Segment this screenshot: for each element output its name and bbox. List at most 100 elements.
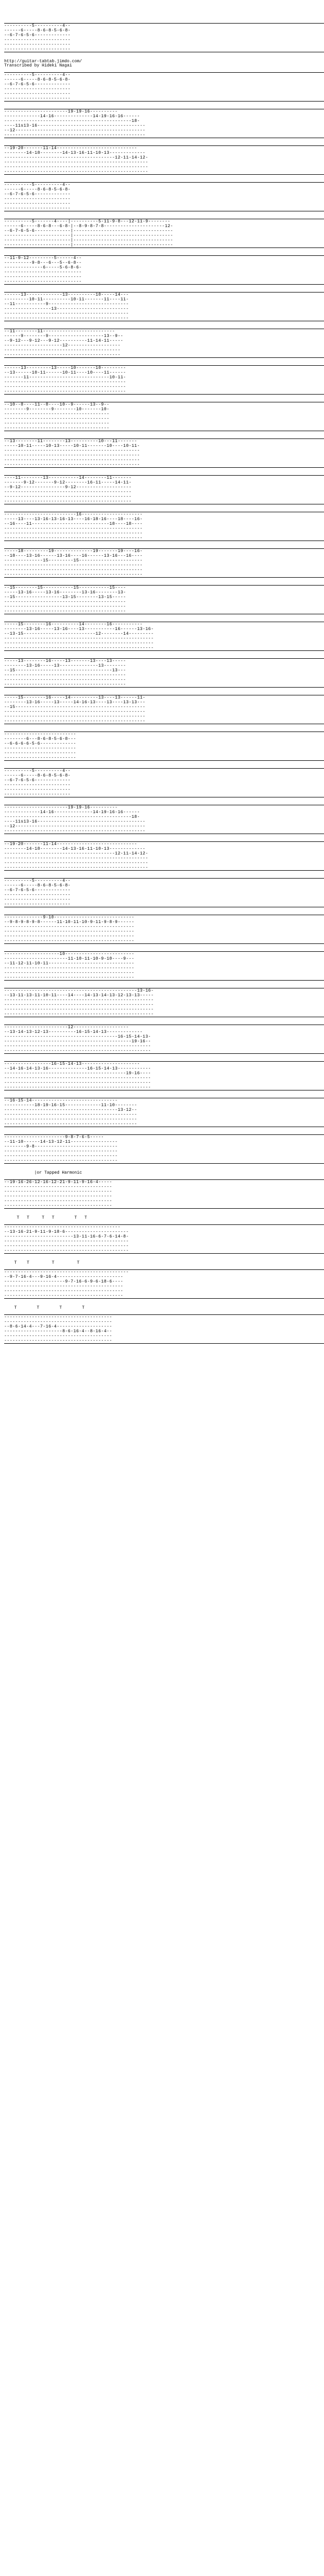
tab-string-line: --------------15---------15-------------…	[4, 558, 324, 563]
tab-string-line: --13--------11--------13----------10---1…	[4, 439, 324, 444]
tab-string-line: ----------------------------------------…	[4, 998, 324, 1003]
tab-string-line: --6-7-6-5-6-------------|---------------…	[4, 229, 324, 233]
tab-string-line: ----------------------------------------…	[4, 563, 324, 568]
tab-string-line: ----------------------------------------…	[4, 448, 324, 453]
tab-string-line: ----------------------------------------…	[4, 531, 324, 536]
tab-string-line: --------------------10------------------…	[4, 952, 324, 957]
tab-string-line: ----------------------------------------…	[4, 380, 324, 385]
tab-string-line: ----------------------------------------…	[4, 155, 324, 160]
tab-block: ----------------------------------6---8-…	[4, 732, 324, 761]
tab-string-line: ----------------------------------------…	[4, 865, 324, 870]
tab-string-line: --9-12----------------9-12--------------…	[4, 485, 324, 490]
tab-string-line: -----------------------11-10-11-10-9-10-…	[4, 957, 324, 961]
tab-string-line: ----------5----------4--	[4, 73, 324, 77]
tab-string-line: ------------------------|---------------…	[4, 243, 324, 248]
tab-string-line: ------------------------	[4, 92, 324, 96]
tab-string-line: ----------------------------------------…	[4, 604, 324, 609]
tab-string-line: ------9--------9--------------------13--…	[4, 334, 324, 339]
tab-string-line: ----------------------------------------…	[4, 1039, 324, 1044]
tab-string-line: ---------------------------------------	[4, 1338, 324, 1343]
tab-block: --19-20-------11-14---------------------…	[4, 841, 324, 871]
tab-string-line: ----------------------------------------…	[4, 929, 324, 934]
tab-string-line: -----13--------16-----13-------13----13-…	[4, 659, 324, 663]
tab-string-line: ---------------------12-----------------…	[4, 343, 324, 348]
tab-block: --------------9-10----------------------…	[4, 915, 324, 944]
tab-string-line: ------------------------	[4, 87, 324, 92]
tab-string-line: ---------------------------------------	[4, 1320, 324, 1324]
tab-string-line: ----11--------13-----------14--------11-…	[4, 476, 324, 480]
tab-string-line: ----------------------------------------…	[4, 925, 324, 929]
tab-string-line: ------------------------	[4, 783, 324, 788]
tab-string-line: ------6-----8-6-8-5-6-8-	[4, 77, 324, 82]
tab-string-line: ----------------------------------------…	[4, 1239, 324, 1244]
tab-string-line: ---------------------------------------	[4, 1315, 324, 1320]
tab-annotation: T T T T	[4, 1306, 324, 1310]
tab-string-line: --------------------------16------------…	[4, 512, 324, 517]
tab-block: ----------------------------------------…	[4, 1314, 324, 1344]
tab-block: -----------------16-15-14-13------------…	[4, 1061, 324, 1090]
tab-string-line: ----------------------------------------…	[4, 490, 324, 494]
tab-string-line: ---------10-11----------10-11-------11--…	[4, 297, 324, 302]
tab-string-line: ----------5----------4--	[4, 183, 324, 187]
tab-string-line: --13------10-11------10-11----10----11--…	[4, 370, 324, 375]
tab-string-line: ----------------------------------------…	[4, 1154, 324, 1158]
tab-string-line: ------------------------|---------------…	[4, 238, 324, 243]
tab-string-line: ----------------------------------------…	[4, 458, 324, 463]
tab-string-line: ----------------------------------------…	[4, 719, 324, 724]
tab-string-line: ------------------------	[4, 201, 324, 206]
tab-string-line: --16----11----------------------------18…	[4, 522, 324, 526]
tab-string-line: ------------------------	[4, 902, 324, 907]
tab-string-line: ----------------------------------------…	[4, 526, 324, 531]
tab-string-line: ------------------------	[4, 788, 324, 792]
tab-string-line: ----------------------------------------…	[4, 499, 324, 504]
tab-string-line: ----------------------------------------…	[4, 673, 324, 678]
tab-block: --19-16-26-12-16-12-21-9-11-9-16-4----- -…	[4, 1179, 324, 1209]
tab-string-line: ----------------------------------------…	[4, 316, 324, 321]
tab-string-line: ----------------------------------------…	[4, 494, 324, 499]
tab-string-line: --19-16-26-12-16-12-21-9-11-9-16-4-----	[4, 1180, 324, 1185]
tab-string-line: --14-16-14-13-16--------------16-15-14-1…	[4, 1066, 324, 1071]
tab-string-line: --15-----------------13-15--------13-15-…	[4, 595, 324, 600]
tab-string-line: ----------------------------	[4, 279, 324, 284]
tab-string-line: ----------------------------------------…	[4, 1081, 324, 1085]
tab-block: ----------------------9-8-7-6-5-------11…	[4, 1134, 324, 1164]
tab-string-line: ----------------------------------------…	[4, 856, 324, 861]
tab-string-line: --------9--------9--------10-------10-	[4, 407, 324, 412]
tab-string-line: ----------------------------------------…	[4, 636, 324, 641]
tab-string-line: -----------------------19-19-16---------…	[4, 109, 324, 114]
tab-block: -----18---------19--------------19------…	[4, 548, 324, 578]
tab-string-line: ---------------------8-6-16-4--8-16-4--	[4, 1329, 324, 1334]
tab-annotation: |or Tapped Harmonic	[4, 1171, 324, 1175]
tab-string-line: -----18---------19--------------19------…	[4, 549, 324, 554]
tab-string-line: ----------------------------------------…	[4, 641, 324, 646]
tab-string-line: --------------9-10----------------------…	[4, 915, 324, 920]
tab-string-line: ------13-------------13----------10-----…	[4, 293, 324, 297]
tab-string-line: ----------------------------------------…	[4, 453, 324, 458]
tab-string-line: ----------------------------------------…	[4, 939, 324, 943]
tab-string-line: ----------------------------------------…	[4, 600, 324, 604]
tab-string-line: ----------5----------4--	[4, 769, 324, 773]
tab-string-line: --8-6-14-4---7-16-4--------------------	[4, 1324, 324, 1329]
tab-string-line: ---------------------------------------	[4, 1203, 324, 1208]
tab-string-line: -------------14-16--------------14-19-16…	[4, 114, 324, 119]
tab-string-line: -------9-12-------9-12--------16-11-----…	[4, 480, 324, 485]
tab-string-line: -------11-----------------------------10…	[4, 375, 324, 380]
tab-annotation: T T T T T T	[4, 1216, 324, 1220]
tab-string-line: -----------------------12---------------…	[4, 1025, 324, 1030]
tab-block: ----------------------------------------…	[4, 988, 324, 1017]
tab-string-line: ----------------------------------------…	[4, 170, 324, 174]
tab-string-line: --11-12-11-10-11------------------------…	[4, 961, 324, 966]
tab-string-line: ------------------------	[4, 47, 324, 52]
tab-block: --11--------11--------------------------…	[4, 329, 324, 358]
tab-string-line: --16-15-14------------------------------…	[4, 1098, 324, 1103]
tab-string-line: ----------------------------------------…	[4, 1270, 324, 1275]
tab-string-line: ----11s13-16----------------------------…	[4, 123, 324, 128]
tab-string-line: ----------------------------------------…	[4, 463, 324, 467]
tab-string-line: -----------------13---------------------…	[4, 307, 324, 311]
tab-block: -----15--------16-----14----------13----…	[4, 695, 324, 724]
tab-string-line: --11-10------14-13-12-11----------------…	[4, 1140, 324, 1144]
tab-string-line: --6-7-6-5-6-------------	[4, 33, 324, 38]
tab-block: ------13-------------13----------10-----…	[4, 292, 324, 321]
tab-string-line: -------------14-16--------------14-19-16…	[4, 810, 324, 815]
tab-block: -----------------------19-19-16---------…	[4, 109, 324, 138]
